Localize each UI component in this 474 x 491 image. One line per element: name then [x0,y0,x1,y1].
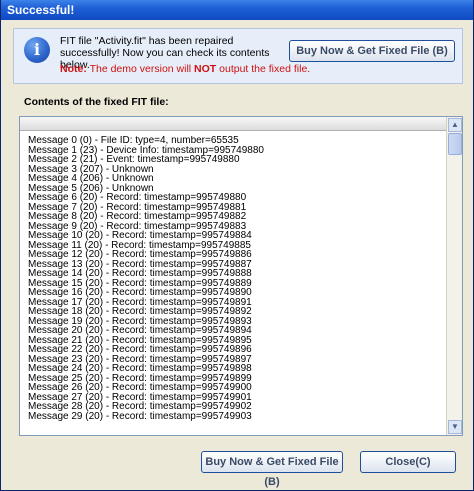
buy-now-button-top[interactable]: Buy Now & Get Fixed File (B) [289,40,455,62]
title-bar: Successful! [1,0,473,20]
list-header [20,117,446,131]
note-prefix: The demo version will [89,63,195,75]
chevron-up-icon[interactable]: ▲ [448,118,462,132]
contents-listbox[interactable]: Message 0 (0) - File ID: type=4, number=… [19,116,463,436]
contents-label: Contents of the fixed FIT file: [24,96,169,108]
scrollbar-thumb[interactable] [448,133,462,155]
demo-note: Note: The demo version will NOT output t… [60,63,310,75]
info-icon: i [24,37,50,63]
close-button[interactable]: Close(C) [360,451,456,473]
contents-list: Message 0 (0) - File ID: type=4, number=… [28,136,446,434]
dialog-window: Successful! i FIT file "Activity.fit" ha… [0,0,474,491]
note-suffix: output the fixed file. [216,63,311,75]
buy-now-button-bottom[interactable]: Buy Now & Get Fixed File (B) [201,451,343,488]
note-label: Note: [60,63,87,75]
list-item: Message 29 (20) - Record: timestamp=9957… [28,410,252,422]
chevron-down-icon[interactable]: ▼ [448,420,462,434]
vertical-scrollbar[interactable]: ▲ ▼ [446,117,462,435]
note-emphasis: NOT [194,63,217,75]
